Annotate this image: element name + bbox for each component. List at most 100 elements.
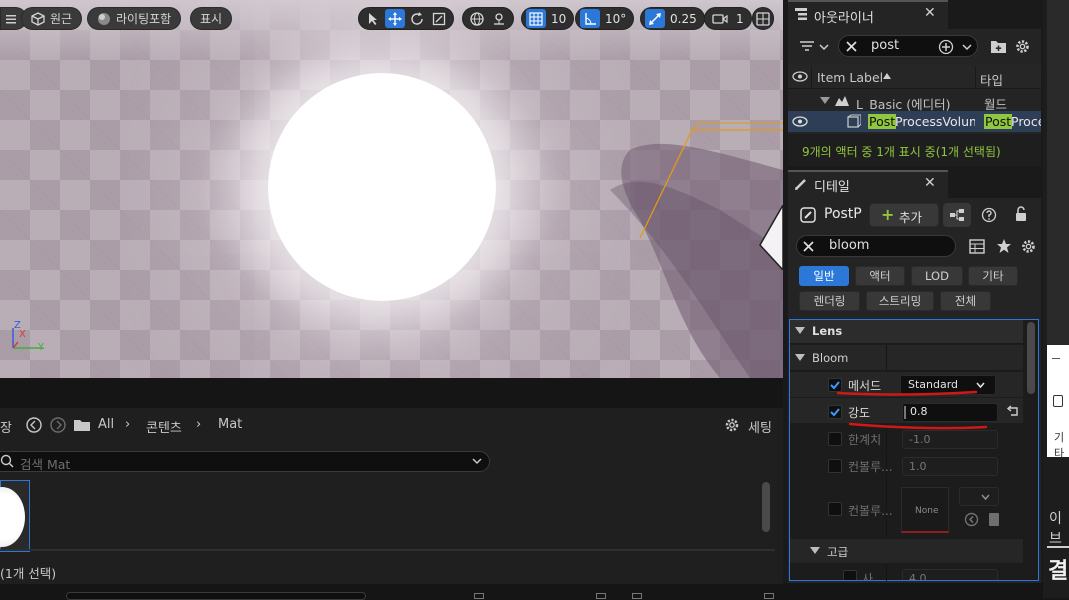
background-window-text-3: 결 — [1048, 559, 1069, 584]
convolution-scale-override-checkbox[interactable] — [828, 459, 842, 473]
scale-tool-button[interactable] — [429, 9, 449, 28]
rotate-tool-button[interactable] — [407, 9, 427, 28]
category-streaming-button[interactable]: 스트리밍 — [866, 291, 934, 311]
volume-icon-box[interactable] — [758, 205, 783, 270]
camera-speed-value[interactable]: 1 — [733, 12, 747, 26]
scale-snap-group: 0.25 — [640, 7, 705, 30]
details-scrollbar[interactable] — [1027, 322, 1035, 394]
content-browser-settings-button[interactable] — [723, 416, 741, 434]
bottom-status-bar — [0, 584, 783, 600]
world-space-button[interactable] — [467, 9, 487, 28]
section-lens-label: Lens — [812, 324, 843, 338]
asset-search-input[interactable] — [0, 451, 490, 472]
eye-icon[interactable] — [792, 71, 808, 82]
advanced-override-checkbox[interactable] — [843, 570, 857, 580]
scale-snap-toggle[interactable] — [645, 9, 665, 28]
rotate-snap-value[interactable]: 10° — [602, 12, 629, 26]
intensity-value: 0.8 — [910, 405, 928, 418]
level-icon — [835, 96, 849, 106]
translate-tool-button[interactable] — [385, 9, 405, 28]
dock-bottom-strip — [783, 583, 1043, 598]
surface-snap-button[interactable] — [489, 9, 509, 28]
star-icon[interactable] — [996, 238, 1012, 254]
new-folder-icon[interactable] — [990, 39, 1007, 54]
threshold-override-checkbox[interactable] — [828, 432, 842, 446]
column-type[interactable]: 타입 — [980, 70, 1003, 89]
threshold-input[interactable]: -1.0 — [902, 430, 998, 449]
grid-snap-value[interactable]: 10 — [548, 12, 569, 26]
camera-speed-button[interactable] — [709, 9, 731, 28]
filter-icon[interactable] — [799, 39, 815, 53]
convolution-scale-input[interactable]: 1.0 — [902, 457, 998, 476]
property-row-advanced: 사 4.0 — [790, 565, 1023, 580]
clear-search-icon[interactable] — [802, 240, 815, 253]
texture-none-label: None — [915, 506, 939, 516]
property-matrix-icon[interactable] — [969, 239, 985, 254]
outliner-close-icon[interactable]: ✕ — [924, 5, 936, 21]
rotate-snap-toggle[interactable] — [580, 9, 600, 28]
details-close-icon[interactable]: ✕ — [924, 175, 936, 191]
blueprint-button[interactable] — [943, 203, 971, 227]
scale-icon — [432, 12, 446, 25]
select-tool-button[interactable] — [363, 9, 383, 28]
scale-snap-value[interactable]: 0.25 — [667, 12, 700, 26]
texture-picker-dropdown[interactable] — [959, 487, 999, 506]
lock-icon[interactable] — [1013, 206, 1029, 222]
section-advanced-header[interactable] — [790, 539, 1023, 564]
column-item-label[interactable]: Item Label — [817, 70, 883, 85]
category-all-button[interactable]: 전체 — [940, 291, 991, 311]
history-back-button[interactable] — [25, 416, 43, 434]
method-annotation-underline — [836, 390, 978, 396]
view-mode-button[interactable]: 라이팅포함 — [87, 7, 182, 30]
expand-arrow-icon[interactable] — [820, 97, 830, 105]
breadcrumb-all[interactable]: All — [98, 417, 114, 432]
chevron-down-icon[interactable] — [818, 41, 830, 53]
reset-to-default-icon[interactable] — [1005, 405, 1019, 418]
coordinate-tools — [462, 7, 514, 30]
clear-search-icon[interactable] — [845, 40, 858, 53]
expand-arrow-icon[interactable] — [795, 354, 805, 362]
intensity-slider-handle[interactable] — [904, 406, 906, 419]
breadcrumb-mat[interactable]: Mat — [218, 417, 242, 432]
intensity-override-checkbox[interactable] — [828, 405, 842, 419]
details-search-input[interactable] — [796, 235, 956, 257]
checkmark-icon — [830, 408, 840, 417]
eye-icon[interactable] — [792, 116, 808, 127]
breadcrumb-content[interactable]: 콘텐츠 — [146, 417, 182, 436]
advanced-row-input[interactable]: 4.0 — [902, 569, 998, 580]
add-filter-icon[interactable] — [938, 39, 954, 55]
chevron-down-icon[interactable] — [471, 455, 483, 467]
show-button[interactable]: 표시 — [190, 7, 233, 30]
expand-arrow-icon[interactable] — [795, 327, 805, 335]
category-misc-button[interactable]: 기타 — [968, 266, 1018, 286]
category-actor-button[interactable]: 액터 — [855, 266, 905, 286]
layout-button[interactable] — [752, 7, 774, 30]
cube-icon — [31, 11, 45, 26]
surface-snap-icon — [494, 12, 504, 25]
grid-icon — [529, 11, 543, 26]
details-search-value: bloom — [829, 238, 870, 253]
background-window-text-2: 이브 — [1049, 511, 1062, 547]
gear-icon[interactable] — [1014, 38, 1031, 55]
category-lod-button[interactable]: LOD — [911, 266, 963, 286]
category-general-button[interactable]: 일반 — [799, 266, 849, 286]
perspective-button[interactable]: 원근 — [21, 7, 83, 30]
grid-snap-toggle[interactable] — [526, 9, 546, 28]
expand-arrow-icon[interactable] — [810, 547, 820, 555]
column-divider — [811, 66, 812, 88]
add-component-label: 추가 — [899, 210, 923, 225]
asset-thumbnail-selected[interactable] — [0, 480, 30, 552]
history-forward-button[interactable] — [49, 416, 67, 434]
gear-icon[interactable] — [1020, 238, 1037, 255]
outliner-search-input[interactable] — [838, 35, 978, 57]
level-viewport[interactable]: 원근 라이팅포함 표시 10 10° 0.25 1 Z X Y — [0, 0, 783, 378]
use-selected-asset-icon[interactable] — [964, 512, 979, 527]
browse-asset-icon[interactable] — [988, 512, 1000, 527]
convolution-kernel-override-checkbox[interactable] — [828, 502, 842, 516]
chevron-down-icon[interactable] — [961, 41, 973, 53]
category-rendering-button[interactable]: 렌더링 — [799, 291, 860, 311]
asset-grid-scrollbar[interactable] — [762, 482, 770, 532]
pencil-icon — [795, 179, 806, 190]
help-icon[interactable] — [981, 207, 997, 223]
emissive-sphere[interactable] — [268, 73, 496, 301]
